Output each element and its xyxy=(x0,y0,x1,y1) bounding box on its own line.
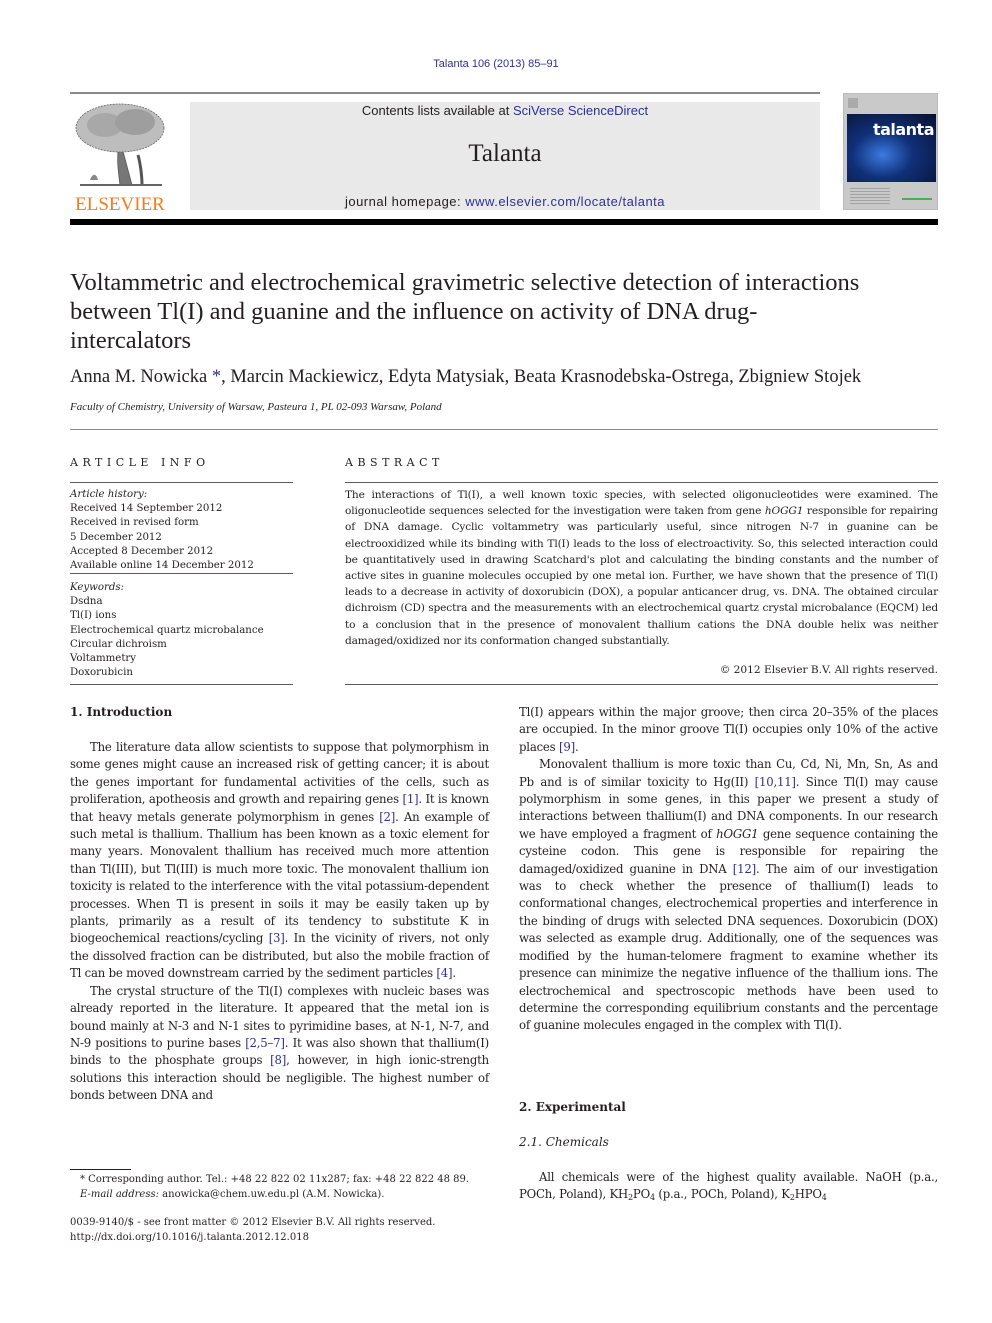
cover-contents-text xyxy=(850,188,890,206)
elsevier-wordmark: ELSEVIER xyxy=(75,194,165,215)
article-info-heading: ARTICLE INFO xyxy=(70,456,210,469)
abstract-divider xyxy=(345,482,938,483)
citation-link[interactable]: [2,5–7] xyxy=(245,1036,285,1050)
subscript: 2 xyxy=(789,1193,795,1203)
elsevier-logo[interactable]: ELSEVIER xyxy=(70,100,170,215)
cover-title: talanta xyxy=(872,120,935,139)
abstract-heading: ABSTRACT xyxy=(345,456,444,469)
history-item: Accepted 8 December 2012 xyxy=(70,545,214,557)
author-name[interactable]: Anna M. Nowicka xyxy=(70,367,207,387)
keyword-item: Voltammetry xyxy=(70,653,137,665)
article-title: Voltammetric and electrochemical gravime… xyxy=(70,269,860,354)
gene-name: hOGG1 xyxy=(764,505,804,518)
paragraph: The crystal structure of the Tl(I) compl… xyxy=(70,983,489,1103)
history-item: Received 14 September 2012 xyxy=(70,503,223,515)
paragraph: All chemicals were of the highest qualit… xyxy=(519,1170,938,1203)
citation-link[interactable]: [10,11] xyxy=(755,775,796,789)
author-list: Anna M. Nowicka *, Marcin Mackiewicz, Ed… xyxy=(70,367,940,388)
history-item: Received in revised form xyxy=(70,517,199,529)
abstract-text-part: responsible for repairing of DNA damage.… xyxy=(345,505,938,647)
body-column-right-continued: All chemicals were of the highest qualit… xyxy=(519,1169,938,1207)
history-label: Article history: xyxy=(70,489,148,500)
homepage-line: journal homepage: www.elsevier.com/locat… xyxy=(190,194,820,209)
subsection-heading-chemicals: 2.1. Chemicals xyxy=(519,1135,609,1149)
history-item: Available online 14 December 2012 xyxy=(70,560,254,572)
citation-link[interactable]: [12] xyxy=(733,862,756,876)
citation-link[interactable]: [8] xyxy=(270,1053,286,1067)
journal-name: Talanta xyxy=(468,140,542,167)
affiliation: Faculty of Chemistry, University of Wars… xyxy=(70,401,442,413)
article-info-divider xyxy=(70,482,293,483)
citation-link[interactable]: [1] xyxy=(402,792,418,806)
citation-link[interactable]: [4] xyxy=(436,966,452,980)
header-divider xyxy=(70,92,820,94)
cover-publisher-mark xyxy=(848,98,858,108)
article-info-divider xyxy=(70,573,293,574)
abstract-text: The interactions of Tl(I), a well known … xyxy=(345,487,938,649)
subscript: 4 xyxy=(649,1193,655,1203)
footnotes: * Corresponding author. Tel.: +48 22 822… xyxy=(70,1173,500,1202)
section-heading-introduction: 1. Introduction xyxy=(70,705,173,719)
history-item: 5 December 2012 xyxy=(70,531,162,543)
body-column-right: Tl(I) appears within the major groove; t… xyxy=(519,704,938,1035)
issn-line: 0039-9140/$ - see front matter © 2012 El… xyxy=(70,1217,436,1228)
keyword-item: Tl(I) ions xyxy=(70,610,117,622)
journal-citation[interactable]: Talanta 106 (2013) 85–91 xyxy=(0,58,992,70)
contents-line: Contents lists available at SciVerse Sci… xyxy=(190,103,820,118)
paragraph: The literature data allow scientists to … xyxy=(70,740,490,981)
citation-link[interactable]: [2] xyxy=(379,810,395,824)
header-thick-divider xyxy=(70,219,938,225)
italic-term: hOGG1 xyxy=(716,826,759,841)
contents-prefix: Contents lists available at xyxy=(361,103,513,118)
paragraph: Monovalent thallium is more toxic than C… xyxy=(519,757,938,1033)
paragraph: Tl(I) appears within the major groove; t… xyxy=(519,705,938,754)
footnote-divider xyxy=(70,1169,131,1170)
keyword-item: Circular dichroism xyxy=(70,638,167,650)
cover-accent-line xyxy=(902,198,932,200)
abstract-divider xyxy=(345,684,938,685)
homepage-prefix: journal homepage: xyxy=(344,194,466,209)
issn-block: 0039-9140/$ - see front matter © 2012 El… xyxy=(70,1216,500,1245)
keyword-item: Dsdna xyxy=(70,596,103,608)
sciencedirect-link[interactable]: SciVerse ScienceDirect xyxy=(513,103,648,118)
body-column-left: The literature data allow scientists to … xyxy=(70,739,489,1105)
journal-cover-image[interactable]: talanta xyxy=(843,93,938,210)
elsevier-tree-icon xyxy=(75,103,165,186)
citation-link[interactable]: [9] xyxy=(559,740,575,754)
author-names-rest: , Marcin Mackiewicz, Edyta Matysiak, Bea… xyxy=(221,367,862,387)
subscript: 2 xyxy=(628,1193,633,1203)
doi-link[interactable]: http://dx.doi.org/10.1016/j.talanta.2012… xyxy=(70,1231,500,1246)
keywords-label: Keywords: xyxy=(70,582,125,593)
corresponding-author-note: * Corresponding author. Tel.: +48 22 822… xyxy=(80,1174,470,1185)
subscript: 4 xyxy=(821,1193,827,1203)
email-note: E-mail address: anowicka@chem.uw.edu.pl … xyxy=(80,1188,500,1203)
email-label: E-mail address: xyxy=(80,1188,159,1200)
keyword-item: Electrochemical quartz microbalance xyxy=(70,624,264,636)
abstract-copyright: © 2012 Elsevier B.V. All rights reserved… xyxy=(719,664,938,676)
keyword-item: Doxorubicin xyxy=(70,667,133,679)
section-heading-experimental: 2. Experimental xyxy=(519,1100,626,1114)
article-history: Article history: Received 14 September 2… xyxy=(70,488,293,573)
affiliation-divider xyxy=(70,429,938,430)
corresponding-author-mark[interactable]: * xyxy=(207,367,221,387)
keywords: Keywords: Dsdna Tl(I) ions Electrochemic… xyxy=(70,581,293,680)
homepage-link[interactable]: www.elsevier.com/locate/talanta xyxy=(465,194,665,209)
article-info-divider xyxy=(70,684,293,685)
email-address[interactable]: anowicka@chem.uw.edu.pl (A.M. Nowicka). xyxy=(159,1189,384,1200)
citation-link[interactable]: [3] xyxy=(269,931,285,945)
